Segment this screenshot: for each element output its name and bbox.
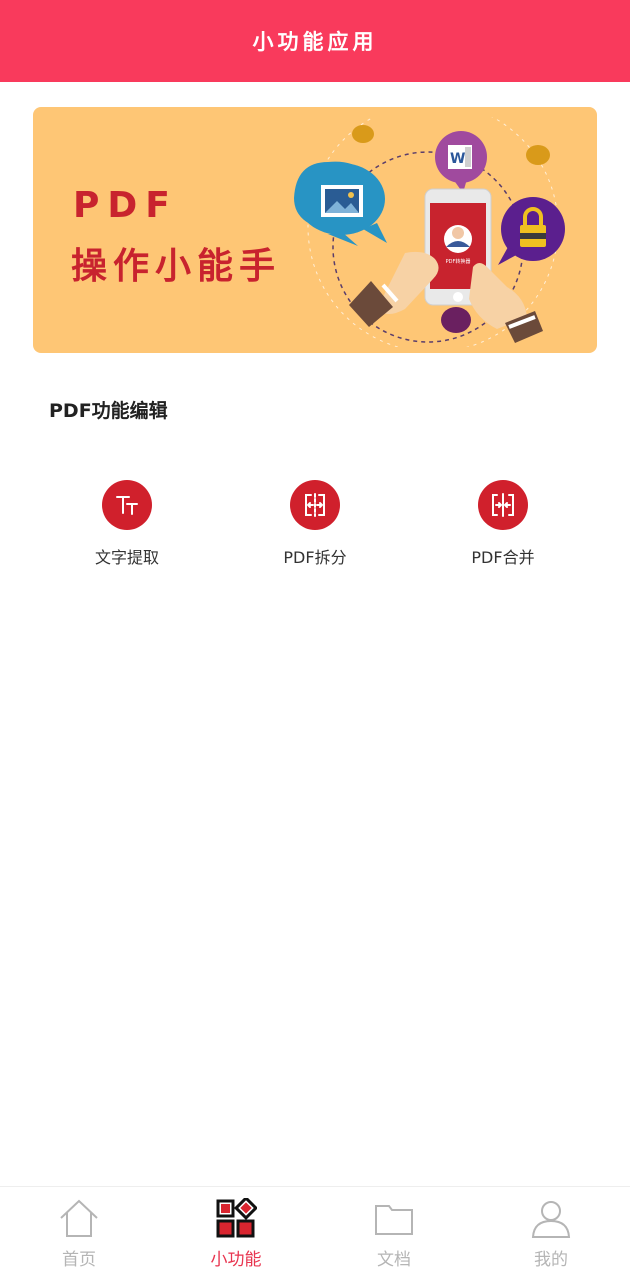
app-header: 小功能应用 [0,0,630,82]
home-icon [57,1197,101,1241]
tab-label: 首页 [62,1250,96,1270]
tool-label: 文字提取 [94,548,159,567]
tab-label: 小功能 [210,1250,262,1270]
folder-icon [372,1197,416,1241]
tab-label: 我的 [534,1250,568,1270]
apps-icon [214,1197,258,1241]
section-title: PDF功能编辑 [49,400,168,422]
banner-title-line1: PDF [73,185,178,226]
tool-pdf-split[interactable]: PDF拆分 [235,480,395,568]
tool-label: PDF拆分 [283,548,347,567]
tab-documents[interactable]: 文档 [334,1197,454,1270]
svg-text:W: W [450,151,465,167]
tool-label: PDF合并 [471,548,535,567]
page-title: 小功能应用 [252,30,378,54]
tab-home[interactable]: 首页 [19,1197,139,1270]
tab-profile[interactable]: 我的 [491,1197,611,1270]
phone-caption: PDF转换器 [446,258,471,265]
user-icon [529,1197,573,1241]
banner-title-line2: 操作小能手 [71,246,282,287]
tool-pdf-merge[interactable]: PDF合并 [423,480,583,568]
promo-banner[interactable]: PDF 操作小能手 W PDF转换器 [33,107,597,353]
banner-illustration: W PDF转换器 [294,117,565,347]
text-size-icon [102,480,152,530]
tab-features[interactable]: 小功能 [176,1197,296,1270]
tool-text-extract[interactable]: 文字提取 [47,480,207,568]
tab-label: 文档 [377,1250,411,1270]
split-icon [290,480,340,530]
bottom-tab-bar: 首页 小功能 文档 我的 [0,1186,630,1281]
merge-icon [478,480,528,530]
